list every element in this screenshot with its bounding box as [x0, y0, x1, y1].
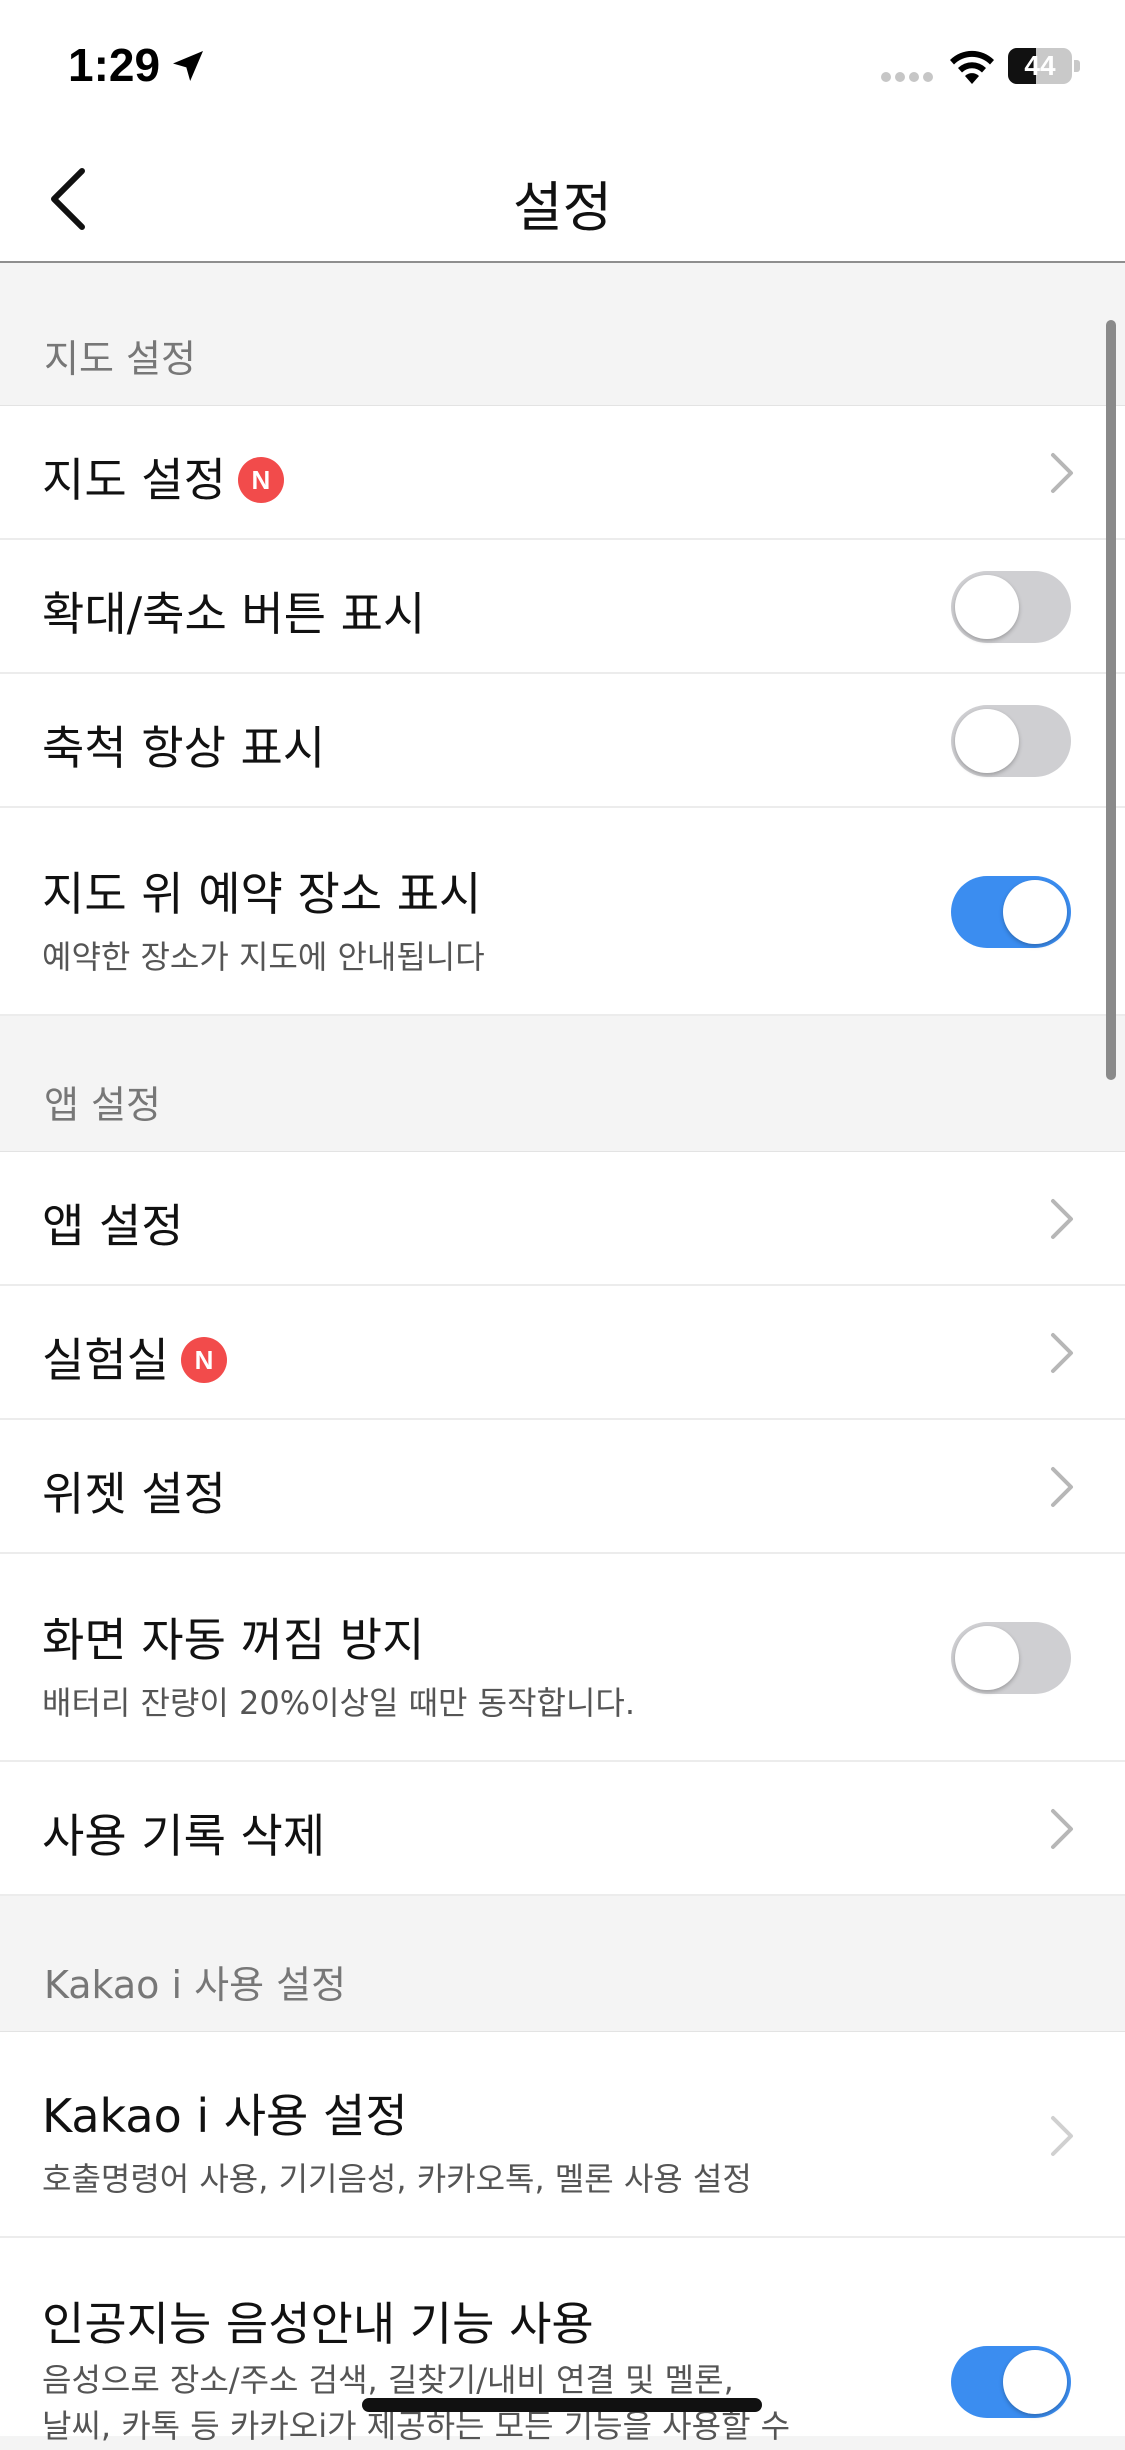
section-header-label: 앱 설정 [44, 1083, 161, 1127]
section-header-kakao: Kakao i 사용 설정 [0, 1896, 1125, 2032]
row-description: 예약한 장소가 지도에 안내됩니다 [42, 938, 485, 976]
chevron-right-icon [1051, 1809, 1073, 1849]
battery-icon: 44 [1008, 48, 1080, 86]
new-badge: N [237, 456, 284, 503]
navigation-bar: 설정 [0, 135, 1125, 263]
row-label: 인공지능 음성안내 기능 사용 [42, 2297, 594, 2351]
row-widget-settings[interactable]: 위젯 설정 [0, 1420, 1125, 1554]
row-label: 확대/축소 버튼 표시 [42, 587, 426, 641]
toggle-ai-voice-guidance[interactable] [951, 2346, 1071, 2418]
row-zoom-buttons: 확대/축소 버튼 표시 [0, 540, 1125, 674]
row-label: 지도 설정 N [42, 444, 284, 510]
status-bar: 1:29 44 [0, 0, 1125, 135]
row-label: 사용 기록 삭제 [42, 1809, 326, 1863]
toggle-reserved-places[interactable] [951, 876, 1071, 948]
row-description: 호출명령어 사용, 기기음성, 카카오톡, 멜론 사용 설정 [42, 2160, 752, 2198]
page-title: 설정 [512, 176, 613, 239]
section-header-label: Kakao i 사용 설정 [44, 1963, 347, 2007]
section-header-label: 지도 설정 [44, 337, 196, 381]
row-label: 화면 자동 꺼짐 방지 [42, 1613, 425, 1667]
location-arrow-icon [173, 51, 203, 81]
row-app-settings[interactable]: 앱 설정 [0, 1152, 1125, 1286]
chevron-right-icon [1051, 2116, 1073, 2156]
section-header-map: 지도 설정 [0, 263, 1125, 406]
section-header-app: 앱 설정 [0, 1016, 1125, 1152]
row-delete-history[interactable]: 사용 기록 삭제 [0, 1762, 1125, 1896]
toggle-screen-always-on[interactable] [951, 1622, 1071, 1694]
row-label: 축척 항상 표시 [42, 721, 326, 775]
toggle-scale-always[interactable] [951, 705, 1071, 777]
row-lab[interactable]: 실험실 N [0, 1286, 1125, 1420]
chevron-right-icon [1051, 1333, 1073, 1373]
chevron-right-icon [1051, 1467, 1073, 1507]
status-time: 1:29 [68, 39, 161, 91]
home-indicator[interactable] [362, 2398, 762, 2412]
row-screen-always-on: 화면 자동 꺼짐 방지 배터리 잔량이 20%이상일 때만 동작합니다. [0, 1554, 1125, 1762]
chevron-right-icon [1051, 453, 1073, 493]
row-description: 배터리 잔량이 20%이상일 때만 동작합니다. [42, 1684, 636, 1722]
row-label: 앱 설정 [42, 1199, 184, 1253]
row-description: 음성으로 장소/주소 검색, 길찾기/내비 연결 및 멜론, [42, 2361, 734, 2399]
row-map-settings[interactable]: 지도 설정 N [0, 406, 1125, 540]
scrollbar[interactable] [1106, 320, 1116, 1080]
toggle-zoom-buttons[interactable] [951, 571, 1071, 643]
row-label: 위젯 설정 [42, 1467, 226, 1521]
battery-level: 44 [1024, 50, 1056, 81]
wifi-icon [950, 50, 994, 84]
row-kakao-i-settings[interactable]: Kakao i 사용 설정 호출명령어 사용, 기기음성, 카카오톡, 멜론 사… [0, 2032, 1125, 2238]
row-label: 실험실 N [42, 1324, 227, 1390]
row-label: 지도 위 예약 장소 표시 [42, 867, 482, 921]
chevron-right-icon [1051, 1199, 1073, 1239]
new-badge: N [180, 1336, 227, 1383]
cellular-signal-icon [881, 72, 933, 82]
row-reserved-places: 지도 위 예약 장소 표시 예약한 장소가 지도에 안내됩니다 [0, 808, 1125, 1016]
row-label: Kakao i 사용 설정 [42, 2089, 408, 2143]
row-scale-always: 축척 항상 표시 [0, 674, 1125, 808]
